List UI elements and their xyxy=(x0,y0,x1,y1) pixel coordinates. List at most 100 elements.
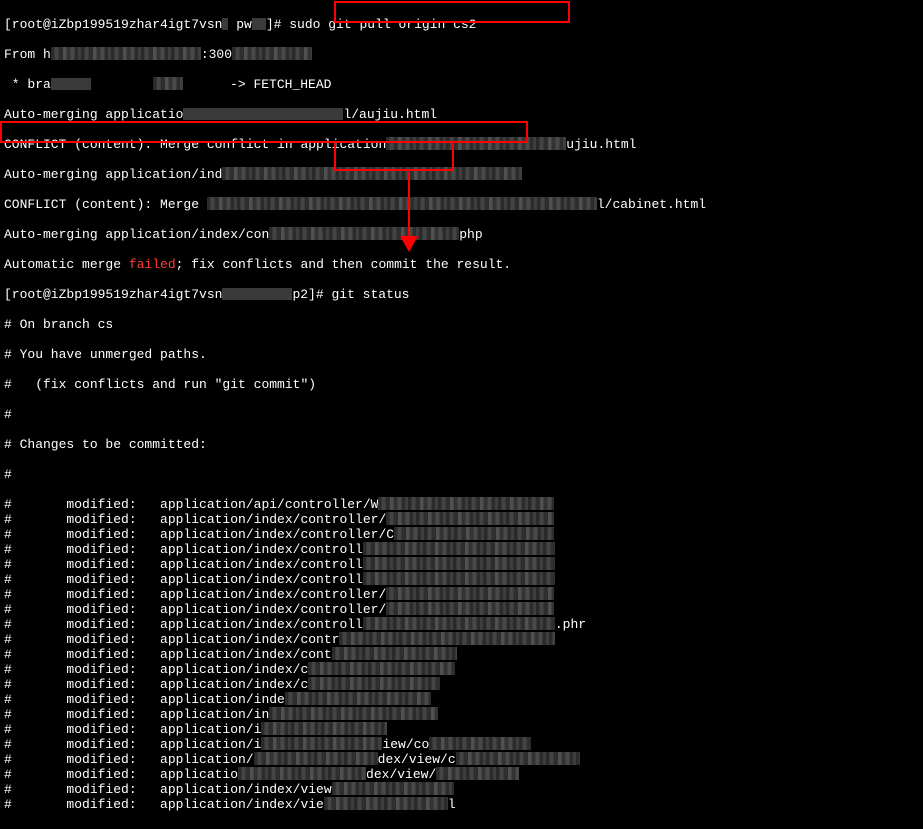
redacted xyxy=(238,767,366,780)
file-path: # modified: application/index/controller… xyxy=(4,602,386,617)
redacted xyxy=(222,167,522,180)
automerge-line: Auto-merging applicatiol/aujiu.html xyxy=(4,107,919,122)
file-path: # modified: application/i xyxy=(4,722,261,737)
conflict-tail: ujiu.html xyxy=(566,137,636,152)
file-path: # modified: application/index/c xyxy=(4,662,308,677)
redacted xyxy=(222,18,228,30)
file-path-tail: l xyxy=(448,797,456,812)
prompt-line-2[interactable]: [root@iZbp199519zhar4igt7vsnp2]# git sta… xyxy=(4,287,919,302)
redacted xyxy=(394,527,554,540)
redacted xyxy=(308,662,455,675)
conflict-text: CONFLICT (content): Merge xyxy=(4,197,207,212)
modified-files-list: # modified: application/api/controller/W… xyxy=(4,497,919,812)
modified-file-line: # modified: application/index/contr xyxy=(4,632,919,647)
redacted xyxy=(269,707,438,720)
modified-file-line: # modified: application/iiew/co xyxy=(4,737,919,752)
redacted xyxy=(261,737,382,750)
conflict-line: CONFLICT (content): Merge conflict in ap… xyxy=(4,137,919,152)
status-line: # (fix conflicts and run "git commit") xyxy=(4,377,919,392)
redacted xyxy=(51,78,91,90)
modified-file-line: # modified: applicatiodex/view/ xyxy=(4,767,919,782)
redacted xyxy=(153,77,183,90)
prompt-host: [root@iZbp199519zhar4igt7vsn xyxy=(4,17,222,32)
redacted xyxy=(183,108,343,120)
redacted xyxy=(363,542,555,555)
file-path: # modified: application/ xyxy=(4,752,254,767)
redacted xyxy=(339,632,555,645)
redacted xyxy=(232,47,312,60)
redacted xyxy=(436,767,519,780)
modified-file-line: # modified: application/dex/view/c xyxy=(4,752,919,767)
redacted xyxy=(456,752,580,765)
conflict-line: CONFLICT (content): Merge l/cabinet.html xyxy=(4,197,919,212)
modified-file-line: # modified: application/api/controller/W xyxy=(4,497,919,512)
prompt-host: [root@iZbp199519zhar4igt7vsn xyxy=(4,287,222,302)
branch-line: * bra -> FETCH_HEAD xyxy=(4,77,919,92)
redacted xyxy=(308,677,440,690)
terminal-output: [root@iZbp199519zhar4igt7vsn pw]# sudo g… xyxy=(0,0,923,829)
prompt-line-1[interactable]: [root@iZbp199519zhar4igt7vsn pw]# sudo g… xyxy=(4,17,919,32)
redacted xyxy=(363,572,555,585)
git-status-command: git status xyxy=(331,287,409,302)
modified-file-line: # modified: application/index/c xyxy=(4,662,919,677)
modified-file-line: # modified: application/index/controller… xyxy=(4,602,919,617)
redacted xyxy=(269,227,459,240)
modified-file-line: # modified: application/i xyxy=(4,722,919,737)
status-line: # xyxy=(4,467,919,482)
redacted xyxy=(386,602,554,615)
fail-word: failed xyxy=(129,257,176,272)
file-path: # modified: application/index/controll xyxy=(4,572,363,587)
status-line: # You have unmerged paths. xyxy=(4,347,919,362)
modified-file-line: # modified: application/index/cont xyxy=(4,647,919,662)
redacted xyxy=(332,647,457,660)
automerge-text: Auto-merging application/index/con xyxy=(4,227,269,242)
redacted xyxy=(429,737,531,750)
modified-file-line: # modified: application/index/controll xyxy=(4,542,919,557)
redacted xyxy=(261,722,387,735)
modified-file-line: # modified: application/in xyxy=(4,707,919,722)
modified-file-line: # modified: application/index/controller… xyxy=(4,527,919,542)
status-line: # xyxy=(4,407,919,422)
fail-prefix: Automatic merge xyxy=(4,257,129,272)
file-path: # modified: application/index/controll xyxy=(4,542,363,557)
file-path: # modified: application/index/c xyxy=(4,677,308,692)
file-path: # modified: application/index/controller… xyxy=(4,527,394,542)
redacted xyxy=(386,512,554,525)
modified-file-line: # modified: application/index/controller… xyxy=(4,512,919,527)
conflict-tail: l/cabinet.html xyxy=(597,197,706,212)
redacted xyxy=(254,752,378,765)
file-path: # modified: application/index/controll xyxy=(4,617,363,632)
status-line: # Changes to be committed: xyxy=(4,437,919,452)
redacted xyxy=(222,288,292,300)
modified-file-line: # modified: application/index/controller… xyxy=(4,587,919,602)
git-pull-command: sudo git pull origin cs2 xyxy=(289,17,476,32)
fail-suffix: ; fix conflicts and then commit the resu… xyxy=(176,257,511,272)
branch-prefix: * bra xyxy=(4,77,51,92)
modified-file-line: # modified: application/index/viel xyxy=(4,797,919,812)
file-path-fragment: dex/view/c xyxy=(378,752,456,767)
redacted xyxy=(285,692,431,705)
redacted xyxy=(207,197,597,210)
redacted xyxy=(386,137,566,150)
from-port: :300 xyxy=(201,47,232,62)
status-line: # On branch cs xyxy=(4,317,919,332)
file-path: # modified: application/inde xyxy=(4,692,285,707)
automerge-line: Auto-merging application/index/con php xyxy=(4,227,919,242)
file-path: # modified: application/index/controller… xyxy=(4,587,386,602)
fetch-head: FETCH_HEAD xyxy=(253,77,331,92)
modified-file-line: # modified: application/inde xyxy=(4,692,919,707)
redacted xyxy=(386,587,554,600)
conflict-text: CONFLICT (content): Merge conflict in ap… xyxy=(4,137,386,152)
file-path: # modified: application/in xyxy=(4,707,269,722)
modified-file-line: # modified: application/index/controll xyxy=(4,572,919,587)
redacted xyxy=(363,557,555,570)
file-path: # modified: application/index/contr xyxy=(4,632,339,647)
file-path: # modified: application/api/controller/W xyxy=(4,497,378,512)
redacted xyxy=(332,782,454,795)
merge-failed-line: Automatic merge failed; fix conflicts an… xyxy=(4,257,919,272)
prompt-pw: pw xyxy=(228,17,251,32)
automerge-text: Auto-merging applicatio xyxy=(4,107,183,122)
automerge-tail: php xyxy=(459,227,482,242)
redacted xyxy=(51,47,201,60)
file-path: # modified: applicatio xyxy=(4,767,238,782)
